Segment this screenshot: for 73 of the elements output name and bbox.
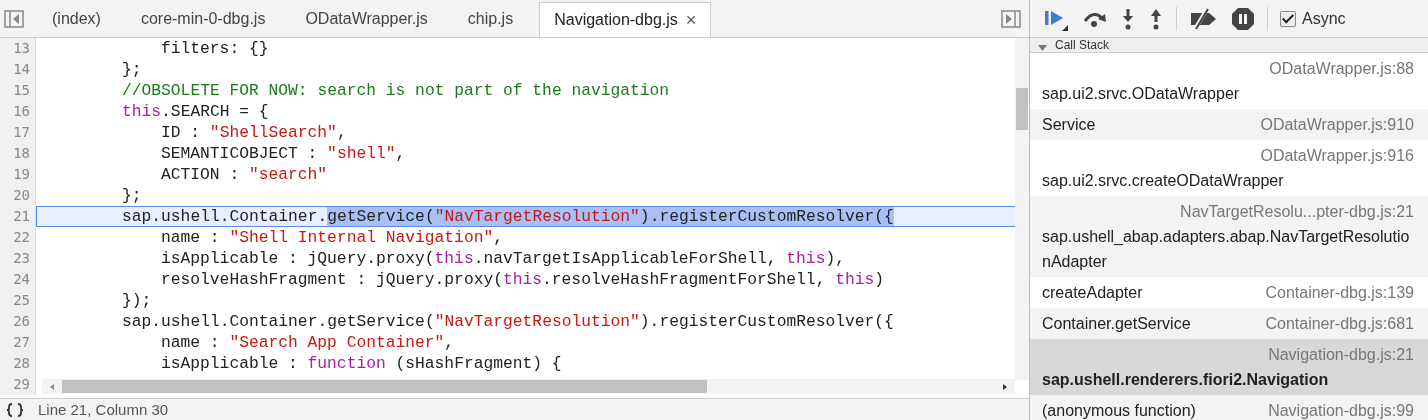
code-line: ID : "ShellSearch", — [161, 123, 347, 142]
code-line: isApplicable : function (sHashFragment) { — [161, 354, 562, 373]
step-into-icon[interactable] — [1120, 6, 1136, 31]
code-line: }; — [122, 60, 142, 79]
code-line: sap.ushell.Container.getService("NavTargetResolution").registerCustomResolver({ — [122, 312, 894, 331]
file-tab[interactable]: ODataWrapper.js — [291, 0, 442, 37]
line-number: 16 — [0, 101, 36, 122]
close-icon[interactable]: × — [685, 9, 697, 31]
source-location[interactable]: NavTargetResolu...pter-dbg.js:21 — [1180, 199, 1414, 224]
source-location[interactable]: ODataWrapper.js:88 — [1269, 56, 1414, 81]
source-location[interactable]: Container-dbg.js:681 — [1265, 311, 1414, 336]
function-name: (anonymous function) — [1042, 401, 1196, 420]
line-number: 20 — [0, 185, 36, 206]
line-number: 26 — [0, 311, 36, 332]
file-tab[interactable]: chip.js — [453, 0, 528, 37]
call-frame[interactable]: createAdapter Container-dbg.js:139 — [1030, 277, 1428, 308]
file-tab[interactable]: Navigation-dbg.js × — [539, 2, 712, 37]
source-location[interactable]: Navigation-dbg.js:99 — [1268, 398, 1414, 420]
line-number: 29 — [0, 374, 36, 395]
horizontal-scrollbar[interactable] — [42, 379, 1015, 394]
source-location[interactable]: Container-dbg.js:139 — [1265, 280, 1414, 305]
line-number: 18 — [0, 143, 36, 164]
line-number: 17 — [0, 122, 36, 143]
code-line: SEMANTICOBJECT : "shell", — [161, 144, 406, 163]
sidebar-toggle-icon[interactable] — [1001, 9, 1021, 28]
line-number: 14 — [0, 59, 36, 80]
call-frame[interactable]: ODataWrapper.js:88 sap.ui2.srvc.ODataWrapper — [1030, 53, 1428, 109]
line-number: 13 — [0, 38, 36, 59]
code-line: //OBSOLETE FOR NOW: search is not part of the navigation — [122, 81, 670, 100]
code-line: }); — [122, 291, 152, 310]
async-checkbox[interactable]: Async — [1280, 9, 1346, 28]
function-name: Container.getService — [1042, 314, 1191, 334]
code-line: name : "Shell Internal Navigation", — [161, 228, 503, 247]
function-name: sap.ui2.srvc.createODataWrapper — [1042, 171, 1284, 191]
line-number: 28 — [0, 353, 36, 374]
line-number: 24 — [0, 269, 36, 290]
code-line: name : "Search App Container", — [161, 333, 455, 352]
code-line: resolveHashFragment : jQuery.proxy(this.resolveHashFragmentForShell, this) — [161, 270, 885, 289]
source-location[interactable]: ODataWrapper.js:910 — [1260, 112, 1414, 137]
line-number: 25 — [0, 290, 36, 311]
source-location[interactable]: ODataWrapper.js:916 — [1260, 143, 1414, 168]
scroll-right-arrow-icon[interactable] — [1001, 382, 1009, 391]
function-name: createAdapter — [1042, 283, 1143, 303]
call-frame[interactable]: Navigation-dbg.js:21 sap.ushell.renderers.fiori2.Navigation — [1030, 339, 1428, 395]
line-number: 19 — [0, 164, 36, 185]
code-line: ACTION : "search" — [161, 165, 328, 184]
file-tab[interactable]: (index) — [38, 0, 115, 37]
code-line: this.SEARCH = { — [122, 102, 269, 121]
function-name: sap.ui2.srvc.ODataWrapper — [1042, 84, 1240, 104]
line-number: 21 — [0, 206, 36, 227]
call-frame[interactable]: (anonymous function) Navigation-dbg.js:99 — [1030, 395, 1428, 420]
call-stack-header[interactable]: Call Stack — [1030, 38, 1428, 53]
code-line: sap.ushell.Container.getService("NavTargetResolution").registerCustomResolver({ — [122, 207, 894, 226]
call-frame[interactable]: Service ODataWrapper.js:910 — [1030, 109, 1428, 140]
line-number: 15 — [0, 80, 36, 101]
pretty-print-icon[interactable] — [6, 402, 24, 417]
code-line: filters: {} — [161, 39, 269, 58]
call-frame[interactable]: ODataWrapper.js:916 sap.ui2.srvc.createODataWrapper — [1030, 140, 1428, 196]
pause-on-exceptions-icon[interactable] — [1231, 6, 1255, 31]
function-name: sap.ushell.renderers.fiori2.Navigation — [1042, 370, 1329, 390]
line-number: 22 — [0, 227, 36, 248]
function-name: Service — [1042, 115, 1096, 135]
call-frame[interactable]: Container.getService Container-dbg.js:681 — [1030, 308, 1428, 339]
scroll-left-arrow-icon[interactable] — [48, 382, 56, 391]
line-number: 27 — [0, 332, 36, 353]
expand-triangle-icon[interactable] — [1038, 44, 1047, 52]
vertical-scrollbar[interactable] — [1015, 38, 1029, 380]
line-number: 23 — [0, 248, 36, 269]
cursor-position: Line 21, Column 30 — [38, 401, 169, 418]
sidebar-toggle-icon[interactable] — [4, 9, 24, 28]
code-line: }; — [122, 186, 142, 205]
code-line: isApplicable : jQuery.proxy(this.navTargetIsApplicableForShell, this), — [161, 249, 845, 268]
file-tab[interactable]: core-min-0-dbg.js — [126, 0, 280, 37]
